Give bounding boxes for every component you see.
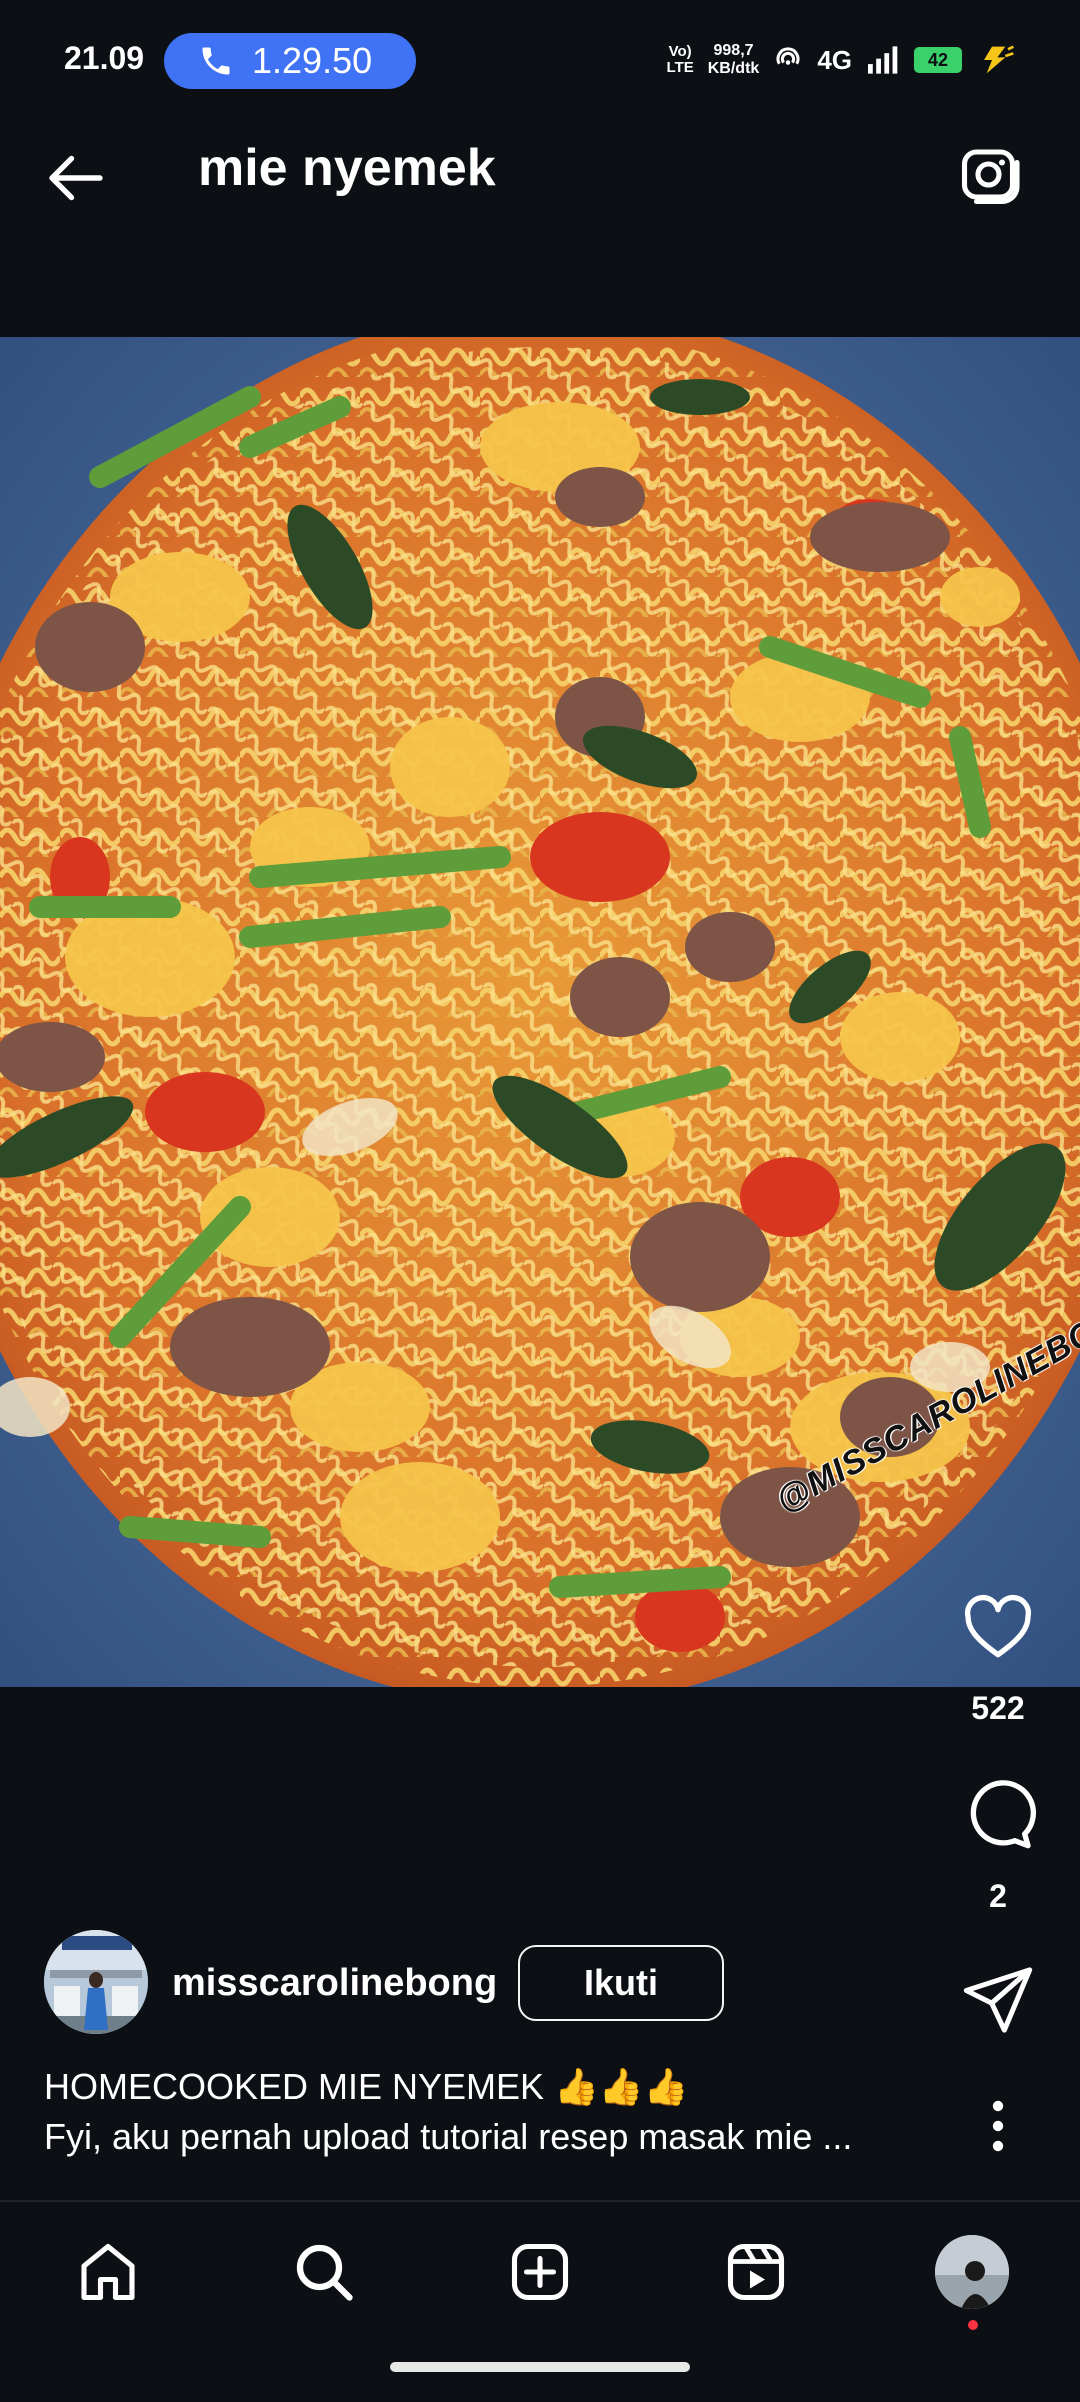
comments-count[interactable]: 2 [950,1878,1046,1915]
heart-icon [964,1595,1032,1658]
post-image[interactable]: @MISSCAROLINEBONG [0,337,1080,1687]
nav-profile[interactable] [932,2232,1012,2312]
plus-square-icon [511,2243,569,2301]
status-time: 21.09 [64,40,145,76]
share-button[interactable] [950,1952,1046,2048]
home-indicator[interactable] [390,2362,690,2372]
profile-avatar [935,2235,1009,2309]
search-icon [296,2244,353,2301]
phone-icon [202,47,230,75]
battery-indicator: 42 [914,47,962,73]
noodle-dish-photo [0,337,1080,1687]
author-avatar[interactable] [44,1930,148,2034]
reels-icon [727,2243,785,2301]
status-indicators: Vo) LTE 998,7 KB/dtk 4G 42 [667,36,1016,84]
call-timer: 1.29.50 [252,40,373,81]
send-icon [963,1967,1033,2033]
hotspot-icon [776,47,800,65]
avatar-photo [44,1930,148,2034]
nav-home[interactable] [68,2232,148,2312]
camera-icon [961,149,1020,205]
comment-button[interactable] [950,1766,1046,1862]
comment-icon [970,1780,1037,1849]
network-speed: 998,7 KB/dtk [707,42,760,77]
like-button[interactable] [950,1580,1046,1676]
status-bar: 21.09 1.29.50 Vo) LTE 998,7 KB/dtk 4G 42 [0,0,1080,92]
likes-count[interactable]: 522 [950,1690,1046,1727]
notification-dot [968,2320,978,2330]
volte-indicator: Vo) LTE [666,43,694,76]
caption-body[interactable]: Fyi, aku pernah upload tutorial resep ma… [44,2116,924,2158]
nav-create[interactable] [500,2232,580,2312]
follow-button[interactable]: Ikuti [518,1945,724,2021]
page-title: mie nyemek [198,139,496,197]
more-options-button[interactable] [974,2090,1022,2162]
home-icon [81,2243,135,2301]
call-timer-pill[interactable]: 1.29.50 [164,33,416,89]
nav-reels[interactable] [716,2232,796,2312]
author-username[interactable]: misscarolinebong [172,1962,497,2005]
charging-icon [984,45,1014,74]
more-vertical-icon [992,2100,1004,2152]
back-button[interactable] [40,142,112,214]
nav-search[interactable] [284,2232,364,2312]
caption-title: HOMECOOKED MIE NYEMEK 👍👍👍 [44,2066,689,2107]
camera-button[interactable] [954,140,1026,212]
signal-icon [868,46,898,74]
arrow-left-icon [49,155,103,201]
page-header: mie nyemek [0,92,1080,340]
network-type: 4G [817,44,852,75]
